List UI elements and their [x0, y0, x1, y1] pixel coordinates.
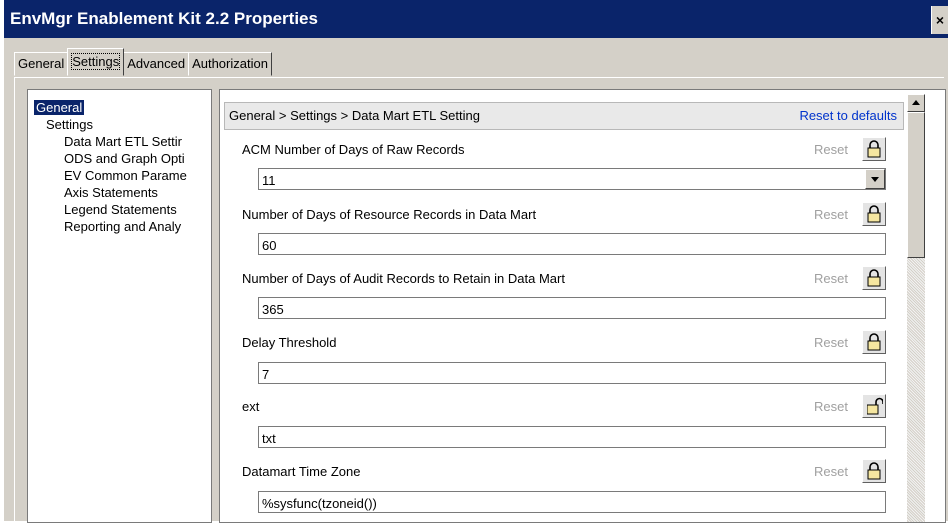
- tree-item-general[interactable]: General: [34, 100, 85, 115]
- tree-item-reporting-analysis[interactable]: Reporting and Analy: [64, 219, 181, 234]
- tab-advanced[interactable]: Advanced: [123, 52, 190, 76]
- scrollbar-thumb[interactable]: [907, 112, 925, 258]
- lock-button[interactable]: [862, 202, 886, 226]
- reset-button[interactable]: Reset: [814, 271, 848, 286]
- lock-closed-icon: [867, 205, 881, 223]
- tab-authorization[interactable]: Authorization: [188, 52, 272, 76]
- lock-closed-icon: [867, 269, 881, 287]
- ext-input[interactable]: txt: [258, 426, 886, 448]
- scroll-up-button[interactable]: [907, 94, 925, 112]
- window-title: EnvMgr Enablement Kit 2.2 Properties: [10, 9, 318, 28]
- reset-button[interactable]: Reset: [814, 464, 848, 479]
- time-zone-input[interactable]: %sysfunc(tzoneid()): [258, 491, 886, 513]
- tree-item-settings[interactable]: Settings: [46, 117, 93, 132]
- tree-item-legend-statements[interactable]: Legend Statements: [64, 202, 177, 217]
- reset-button[interactable]: Reset: [814, 142, 848, 157]
- acm-days-select[interactable]: 11: [258, 168, 886, 190]
- lock-closed-icon: [867, 462, 881, 480]
- tree-item-ev-common[interactable]: EV Common Parame: [64, 168, 187, 183]
- setting-label-time-zone: Datamart Time Zone: [242, 464, 361, 479]
- delay-threshold-input[interactable]: 7: [258, 362, 886, 384]
- reset-button[interactable]: Reset: [814, 207, 848, 222]
- lock-button[interactable]: [862, 137, 886, 161]
- setting-label-audit-days: Number of Days of Audit Records to Retai…: [242, 271, 565, 286]
- close-icon: ×: [935, 12, 945, 28]
- settings-content-pane: General > Settings > Data Mart ETL Setti…: [219, 89, 946, 523]
- lock-open-icon: [867, 397, 883, 415]
- tab-strip: General Settings Advanced Authorization: [14, 48, 272, 76]
- tree-item-data-mart-etl[interactable]: Data Mart ETL Settir: [64, 134, 182, 149]
- breadcrumb: General > Settings > Data Mart ETL Setti…: [229, 108, 480, 123]
- lock-button[interactable]: [862, 394, 886, 418]
- reset-button[interactable]: Reset: [814, 399, 848, 414]
- lock-button[interactable]: [862, 330, 886, 354]
- resource-days-input[interactable]: 60: [258, 233, 886, 255]
- chevron-down-icon: [871, 177, 879, 182]
- lock-closed-icon: [867, 140, 881, 158]
- settings-tree: General Settings Data Mart ETL Settir OD…: [27, 89, 212, 523]
- tree-item-ods-graph[interactable]: ODS and Graph Opti: [64, 151, 185, 166]
- chevron-up-icon: [912, 100, 920, 105]
- tree-item-axis-statements[interactable]: Axis Statements: [64, 185, 158, 200]
- tab-settings[interactable]: Settings: [67, 48, 125, 76]
- audit-days-input[interactable]: 365: [258, 297, 886, 319]
- title-bar[interactable]: EnvMgr Enablement Kit 2.2 Properties: [4, 0, 948, 38]
- breadcrumb-bar: General > Settings > Data Mart ETL Setti…: [224, 102, 904, 130]
- setting-label-resource-days: Number of Days of Resource Records in Da…: [242, 207, 537, 222]
- setting-label-delay-threshold: Delay Threshold: [242, 335, 337, 350]
- reset-to-defaults-link[interactable]: Reset to defaults: [799, 108, 897, 123]
- vertical-scrollbar[interactable]: [907, 94, 925, 522]
- dropdown-button[interactable]: [865, 169, 885, 189]
- lock-closed-icon: [867, 333, 881, 351]
- close-button[interactable]: ×: [931, 6, 948, 34]
- setting-label-ext: ext: [242, 399, 260, 414]
- setting-label-acm-days: ACM Number of Days of Raw Records: [242, 142, 465, 157]
- tab-general[interactable]: General: [14, 52, 69, 76]
- lock-button[interactable]: [862, 266, 886, 290]
- lock-button[interactable]: [862, 459, 886, 483]
- reset-button[interactable]: Reset: [814, 335, 848, 350]
